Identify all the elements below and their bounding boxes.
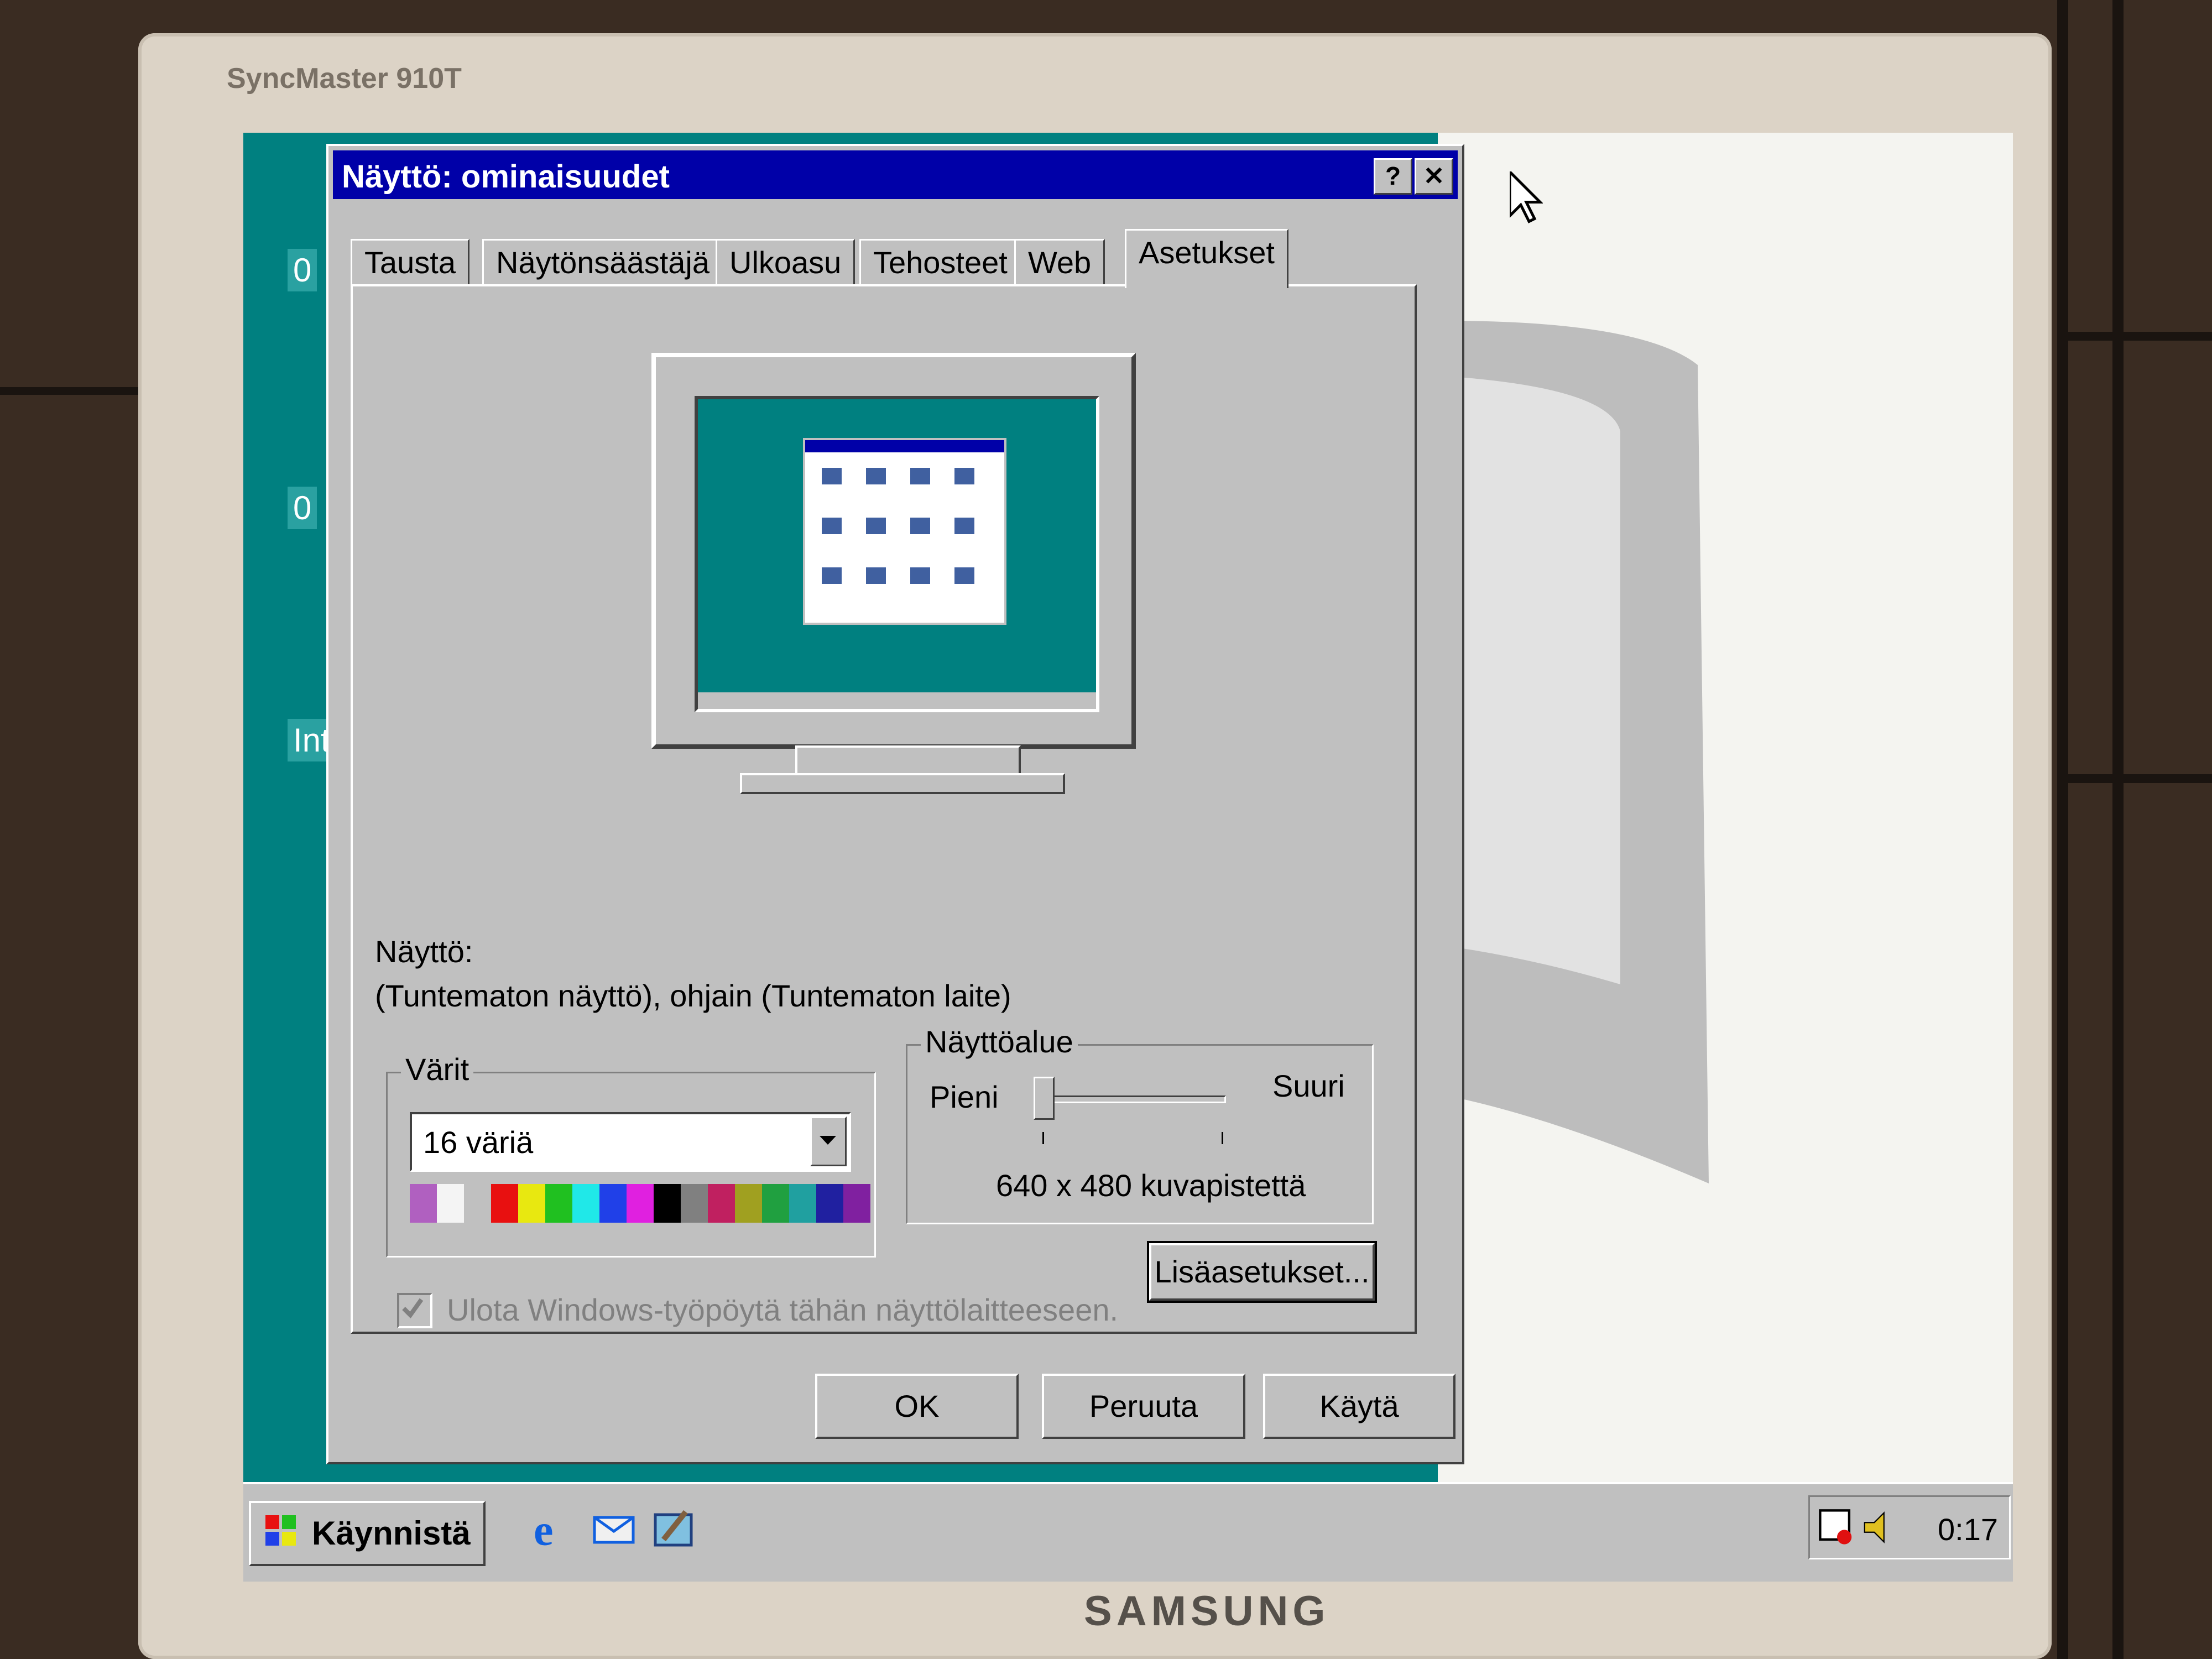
preview-taskbar	[698, 692, 1096, 709]
preview-folder-icon	[822, 567, 842, 584]
preview-folder-icon	[954, 468, 974, 484]
desktop-icon-label[interactable]: 0	[288, 487, 317, 529]
color-swatch	[735, 1184, 762, 1223]
color-swatch	[572, 1184, 599, 1223]
preview-folder-icon	[866, 567, 886, 584]
color-swatch	[681, 1184, 708, 1223]
preview-folder-icon	[866, 468, 886, 484]
preview-folder-icon	[822, 518, 842, 534]
screen-area-slider-thumb[interactable]	[1034, 1077, 1055, 1120]
screen: 0 0 Int Näyttö: ominaisuudet ? ✕ Tausta …	[243, 133, 2013, 1582]
monitor-brand-label: SAMSUNG	[1084, 1588, 1330, 1635]
color-swatch	[518, 1184, 545, 1223]
screen-area-slider-track[interactable]	[1040, 1095, 1226, 1103]
tab-effects[interactable]: Tehosteet	[859, 239, 1021, 287]
cancel-button[interactable]: Peruuta	[1042, 1374, 1245, 1439]
tab-screensaver[interactable]: Näytönsäästäjä	[482, 239, 724, 287]
rack-bar	[0, 387, 138, 395]
volume-icon[interactable]	[1860, 1508, 1898, 1547]
color-swatch	[491, 1184, 518, 1223]
scheduler-icon[interactable]	[1818, 1508, 1856, 1547]
colors-dropdown[interactable]: 16 väriä	[410, 1112, 851, 1172]
display-device-text: (Tuntematon näyttö), ohjain (Tuntematon …	[375, 978, 1011, 1013]
system-tray: 0:17	[1808, 1495, 2011, 1559]
internet-explorer-icon[interactable]: e	[531, 1506, 575, 1555]
screen-area-group-label: Näyttöalue	[921, 1024, 1078, 1060]
start-label: Käynnistä	[312, 1515, 471, 1552]
clock: 0:17	[1938, 1512, 1998, 1547]
color-swatch	[545, 1184, 572, 1223]
tab-appearance[interactable]: Ulkoasu	[716, 239, 855, 287]
color-swatch	[654, 1184, 681, 1223]
slider-min-label: Pieni	[930, 1079, 999, 1114]
rack-bar	[2057, 0, 2068, 1659]
monitor-preview-screen	[695, 396, 1099, 712]
display-heading: Näyttö:	[375, 934, 473, 969]
color-swatch	[599, 1184, 627, 1223]
start-button[interactable]: Käynnistä	[249, 1501, 486, 1566]
preview-folder-icon	[910, 567, 930, 584]
close-button[interactable]: ✕	[1415, 158, 1453, 195]
slider-max-label: Suuri	[1272, 1068, 1345, 1103]
extend-desktop-checkbox[interactable]	[397, 1293, 432, 1328]
outlook-express-icon[interactable]	[592, 1506, 636, 1551]
help-button[interactable]: ?	[1374, 158, 1412, 195]
color-palette	[410, 1184, 870, 1223]
monitor-model-label: SyncMaster 910T	[227, 62, 462, 95]
preview-folder-icon	[954, 518, 974, 534]
monitor-preview	[651, 353, 1136, 749]
color-swatch	[816, 1184, 843, 1223]
title-bar[interactable]: Näyttö: ominaisuudet ? ✕	[333, 150, 1458, 199]
monitor-preview-base	[740, 773, 1065, 794]
advanced-button[interactable]: Lisäasetukset...	[1147, 1241, 1377, 1303]
colors-dropdown-value: 16 väriä	[423, 1125, 534, 1160]
display-properties-dialog: Näyttö: ominaisuudet ? ✕ Tausta Näytönsä…	[326, 144, 1464, 1464]
tab-settings[interactable]: Asetukset	[1125, 229, 1288, 288]
resolution-text: 640 x 480 kuvapistettä	[996, 1168, 1306, 1203]
slider-tick	[1042, 1132, 1044, 1144]
color-swatch	[789, 1184, 816, 1223]
color-swatch	[708, 1184, 735, 1223]
slider-tick	[1222, 1132, 1223, 1144]
preview-folder-icon	[866, 518, 886, 534]
show-desktop-icon[interactable]	[653, 1506, 697, 1551]
colors-group-label: Värit	[401, 1051, 474, 1087]
rack-bar	[2057, 332, 2212, 341]
preview-window	[803, 438, 1006, 625]
extend-desktop-label: Ulota Windows-työpöytä tähän näyttölaitt…	[447, 1292, 1119, 1327]
preview-window-title	[805, 440, 1004, 452]
screen-area-group: Näyttöalue Pieni Suuri 640 x 480 kuvapis…	[906, 1024, 1374, 1224]
preview-folder-icon	[910, 518, 930, 534]
wallpaper-graphic	[1443, 321, 1709, 1183]
ok-button[interactable]: OK	[815, 1374, 1019, 1439]
desktop-wallpaper-area	[1438, 133, 2013, 1482]
rack-bar	[2112, 0, 2124, 1659]
color-swatch	[410, 1184, 437, 1223]
desktop-icon-label[interactable]: 0	[288, 249, 317, 291]
color-swatch	[627, 1184, 654, 1223]
colors-group: Värit 16 väriä	[386, 1051, 876, 1258]
preview-folder-icon	[954, 567, 974, 584]
color-swatch	[437, 1184, 464, 1223]
color-swatch	[762, 1184, 789, 1223]
preview-folder-icon	[822, 468, 842, 484]
checkmark-icon	[402, 1298, 424, 1319]
windows-logo-icon	[265, 1515, 296, 1546]
color-swatch	[843, 1184, 870, 1223]
tab-web[interactable]: Web	[1014, 239, 1105, 287]
mouse-cursor-icon	[1510, 171, 1543, 223]
settings-panel: Näyttö: (Tuntematon näyttö), ohjain (Tun…	[351, 284, 1417, 1334]
tab-background[interactable]: Tausta	[351, 239, 469, 287]
apply-button[interactable]: Käytä	[1263, 1374, 1455, 1439]
preview-folder-icon	[910, 468, 930, 484]
dialog-title: Näyttö: ominaisuudet	[342, 159, 670, 195]
color-swatch	[464, 1184, 491, 1223]
chevron-down-icon[interactable]	[810, 1117, 847, 1166]
rack-bar	[2057, 774, 2212, 783]
svg-text:e: e	[534, 1506, 554, 1551]
taskbar: Käynnistä e 0:17	[243, 1482, 2013, 1582]
